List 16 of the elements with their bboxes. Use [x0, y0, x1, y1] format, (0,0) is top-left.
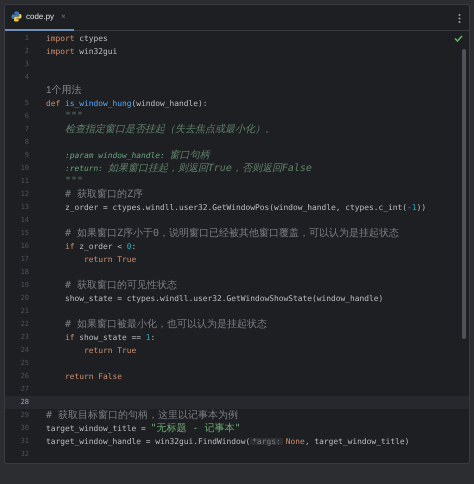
check-icon: [454, 35, 463, 42]
scrollbar[interactable]: [462, 49, 466, 339]
code-line: """: [65, 112, 84, 122]
more-options-icon[interactable]: [458, 14, 461, 23]
code-line: # 获取目标窗口的句柄，这里以记事本为例: [46, 410, 238, 420]
file-tab[interactable]: code.py ×: [5, 4, 74, 30]
usage-hint[interactable]: 1个用法: [46, 86, 82, 96]
close-button[interactable]: ×: [61, 12, 66, 20]
code-line: # 获取窗口的Z序: [65, 190, 144, 200]
tab-title: code.py: [26, 10, 54, 22]
python-icon: [11, 11, 22, 22]
code-line: """: [65, 176, 84, 186]
code-line: # 如果窗口被最小化，也可以认为是挂起状态: [65, 320, 268, 330]
code-line: # 如果窗口Z序小于0，说明窗口已经被其他窗口覆盖，可以认为是挂起状态: [65, 228, 400, 238]
code-line: # 获取窗口的可见性状态: [65, 280, 178, 290]
code-line: 检查指定窗口是否挂起（失去焦点或最小化）。: [65, 124, 275, 134]
